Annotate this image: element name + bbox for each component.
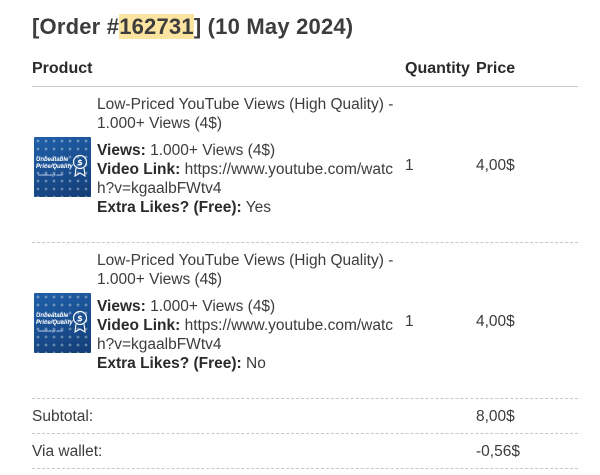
meta-link-label: Video Link: <box>97 317 181 334</box>
award-badge-icon: $ <box>72 310 88 333</box>
thumbnail-title: Unbeatable Price/Quality <box>36 313 73 326</box>
table-row: Unbeatable Price/Quality socialsurge.com… <box>32 243 578 398</box>
meta-likes-label: Extra Likes? (Free): <box>97 355 242 372</box>
subtotal-value: 8,00$ <box>476 408 515 425</box>
meta-views-label: Views: <box>97 142 146 159</box>
wallet-row: Via wallet: -0,56$ <box>32 434 578 468</box>
meta-views: Views: 1.000+ Views (4$) <box>97 297 407 316</box>
meta-likes-label: Extra Likes? (Free): <box>97 199 242 216</box>
meta-likes-value: Yes <box>241 199 272 216</box>
meta-views-value: 1.000+ Views (4$) <box>145 142 276 159</box>
thumbnail-title: Unbeatable Price/Quality <box>36 157 73 170</box>
table-header: Product Quantity Price <box>32 56 578 86</box>
meta-views: Views: 1.000+ Views (4$) <box>97 141 407 160</box>
order-table: Product Quantity Price Unbeatable Price/… <box>32 56 578 469</box>
product-details: Low-Priced YouTube Views (High Quality) … <box>97 95 407 217</box>
meta-video-link: Video Link: https://www.youtube.com/watc… <box>97 316 407 354</box>
order-prefix: [Order # <box>32 14 120 39</box>
item-quantity: 1 <box>405 157 414 174</box>
order-suffix: ] (10 May 2024) <box>193 14 354 39</box>
svg-text:$: $ <box>77 158 83 167</box>
order-heading: [Order #162731] (10 May 2024) <box>32 14 353 40</box>
meta-extra-likes: Extra Likes? (Free): Yes <box>97 198 407 217</box>
meta-extra-likes: Extra Likes? (Free): No <box>97 354 407 373</box>
row-divider <box>32 468 578 469</box>
meta-likes-value: No <box>241 355 266 372</box>
item-price: 4,00$ <box>476 157 515 174</box>
product-name[interactable]: Low-Priced YouTube Views (High Quality) … <box>97 95 407 133</box>
col-quantity: Quantity <box>405 60 470 77</box>
award-badge-icon: $ <box>72 154 88 177</box>
table-row: Unbeatable Price/Quality socialsurge.com… <box>32 87 578 242</box>
col-price: Price <box>476 60 516 77</box>
product-thumbnail: Unbeatable Price/Quality socialsurge.com… <box>34 137 91 197</box>
wallet-value: -0,56$ <box>476 443 520 460</box>
col-product: Product <box>32 60 93 77</box>
product-details: Low-Priced YouTube Views (High Quality) … <box>97 251 407 373</box>
product-thumbnail: Unbeatable Price/Quality socialsurge.com… <box>34 293 91 353</box>
subtotal-label: Subtotal: <box>32 408 94 425</box>
item-quantity: 1 <box>405 313 414 330</box>
order-number-highlight: 162731 <box>119 14 194 39</box>
thumbnail-subtitle: socialsurge.com <box>38 173 64 177</box>
product-name[interactable]: Low-Priced YouTube Views (High Quality) … <box>97 251 407 289</box>
thumbnail-subtitle: socialsurge.com <box>38 329 64 333</box>
item-price: 4,00$ <box>476 313 515 330</box>
meta-video-link: Video Link: https://www.youtube.com/watc… <box>97 160 407 198</box>
meta-views-label: Views: <box>97 298 146 315</box>
meta-views-value: 1.000+ Views (4$) <box>145 298 276 315</box>
subtotal-row: Subtotal: 8,00$ <box>32 399 578 433</box>
meta-link-label: Video Link: <box>97 161 181 178</box>
wallet-label: Via wallet: <box>32 443 103 460</box>
svg-text:$: $ <box>77 314 83 323</box>
